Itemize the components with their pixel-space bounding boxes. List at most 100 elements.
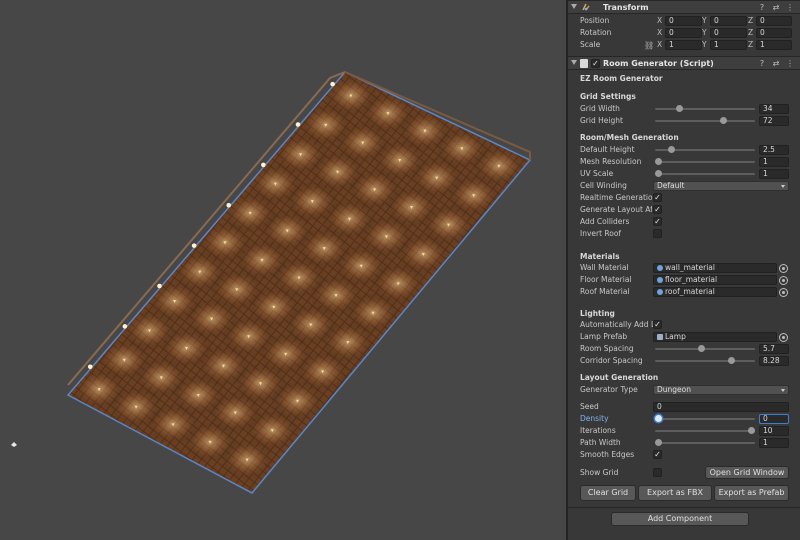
- grid-height-field[interactable]: 72: [759, 116, 789, 126]
- axis-y-label[interactable]: Y: [702, 40, 707, 49]
- grid-width-field[interactable]: 34: [759, 104, 789, 114]
- scale-x-field[interactable]: 1: [665, 40, 702, 50]
- grid-width-slider[interactable]: [655, 103, 755, 115]
- corridor-spacing-label: Corridor Spacing: [580, 356, 643, 365]
- grid-height-slider[interactable]: [655, 115, 755, 127]
- invert-roof-checkbox[interactable]: [653, 229, 662, 238]
- axis-z-label[interactable]: Z: [748, 40, 753, 49]
- axis-z-label[interactable]: Z: [748, 28, 753, 37]
- realtime-generation-checkbox[interactable]: ✓: [653, 193, 662, 202]
- slider-knob[interactable]: [720, 117, 728, 124]
- open-grid-window-button[interactable]: Open Grid Window: [705, 466, 789, 479]
- show-grid-label: Show Grid: [580, 468, 619, 477]
- position-z-field[interactable]: 0: [756, 16, 792, 26]
- axis-y-label[interactable]: Y: [702, 28, 707, 37]
- slider-knob[interactable]: [655, 415, 662, 422]
- scale-z-field[interactable]: 1: [756, 40, 792, 50]
- seed-field[interactable]: 0: [653, 402, 789, 412]
- slider-knob[interactable]: [748, 427, 755, 434]
- position-y-field[interactable]: 0: [710, 16, 747, 26]
- uv-scale-slider[interactable]: [655, 168, 755, 180]
- slider-knob[interactable]: [676, 105, 684, 112]
- menu-icon[interactable]: ⋮: [786, 59, 794, 68]
- slider-track[interactable]: [655, 442, 755, 444]
- add-component-button[interactable]: Add Component: [611, 512, 749, 526]
- object-picker-icon[interactable]: [779, 276, 788, 285]
- slider-track[interactable]: [655, 108, 755, 110]
- position-x-field[interactable]: 0: [665, 16, 702, 26]
- corridor-spacing-slider[interactable]: [655, 355, 755, 367]
- transform-header[interactable]: Transform ? ⇄ ⋮: [568, 0, 800, 14]
- fold-arrow-icon[interactable]: [571, 60, 577, 65]
- slider-knob[interactable]: [668, 146, 676, 153]
- smooth-edges-checkbox[interactable]: ✓: [653, 450, 662, 459]
- add-colliders-checkbox[interactable]: ✓: [653, 217, 662, 226]
- slider-track[interactable]: [655, 360, 755, 362]
- component-enabled-checkbox[interactable]: ✓: [591, 59, 600, 68]
- cell-winding-dropdown[interactable]: Default: [653, 181, 789, 191]
- density-field[interactable]: 0: [759, 414, 789, 424]
- axis-z-label[interactable]: Z: [748, 16, 753, 25]
- density-slider[interactable]: [655, 413, 755, 425]
- room-generator-header[interactable]: ✓ Room Generator (Script) ? ⇄ ⋮: [568, 56, 800, 70]
- object-picker-icon[interactable]: [779, 333, 788, 342]
- link-icon[interactable]: ⛓: [644, 41, 654, 50]
- iterations-field[interactable]: 10: [759, 426, 789, 436]
- slider-knob[interactable]: [697, 345, 705, 352]
- path-width-field[interactable]: 1: [759, 438, 789, 448]
- room-spacing-slider[interactable]: [655, 343, 755, 355]
- slider-knob[interactable]: [655, 439, 662, 446]
- slider-knob[interactable]: [727, 357, 735, 364]
- object-picker-icon[interactable]: [779, 288, 788, 297]
- default-height-slider[interactable]: [655, 144, 755, 156]
- slider-track[interactable]: [655, 173, 755, 175]
- path-width-slider[interactable]: [655, 437, 755, 449]
- scale-y-field[interactable]: 1: [710, 40, 747, 50]
- axis-y-label[interactable]: Y: [702, 16, 707, 25]
- scene-view[interactable]: [0, 0, 566, 540]
- menu-icon[interactable]: ⋮: [786, 3, 794, 12]
- axis-x-label[interactable]: X: [657, 28, 662, 37]
- slider-track[interactable]: [655, 161, 755, 163]
- clear-grid-button[interactable]: Clear Grid: [580, 485, 636, 501]
- iterations-slider[interactable]: [655, 425, 755, 437]
- slider-track[interactable]: [655, 418, 755, 420]
- slider-knob[interactable]: [655, 158, 662, 165]
- floor-material-value: floor_material: [665, 275, 718, 284]
- uv-scale-field[interactable]: 1: [759, 169, 789, 179]
- fold-arrow-icon[interactable]: [571, 4, 577, 9]
- wall-lamp: [191, 243, 197, 248]
- export-prefab-button[interactable]: Export as Prefab: [714, 485, 789, 501]
- corridor-spacing-field[interactable]: 8.28: [759, 356, 789, 366]
- room-floor[interactable]: [66, 71, 532, 494]
- rotation-z-field[interactable]: 0: [756, 28, 792, 38]
- rotation-x-field[interactable]: 0: [665, 28, 702, 38]
- mesh-resolution-slider[interactable]: [655, 156, 755, 168]
- generate-layout-checkbox[interactable]: ✓: [653, 205, 662, 214]
- preset-icon[interactable]: ⇄: [772, 3, 780, 12]
- auto-add-lights-checkbox[interactable]: ✓: [653, 320, 662, 329]
- axis-x-label[interactable]: X: [657, 16, 662, 25]
- slider-track[interactable]: [655, 430, 755, 432]
- help-icon[interactable]: ?: [758, 3, 766, 12]
- lamp-prefab-field[interactable]: Lamp: [653, 332, 777, 342]
- default-height-field[interactable]: 2.5: [759, 145, 789, 155]
- show-grid-checkbox[interactable]: [653, 468, 662, 477]
- mesh-resolution-field[interactable]: 1: [759, 157, 789, 167]
- export-fbx-button[interactable]: Export as FBX: [638, 485, 712, 501]
- generator-type-dropdown[interactable]: Dungeon: [653, 385, 789, 395]
- slider-knob[interactable]: [655, 170, 662, 177]
- roof-material-field[interactable]: roof_material: [653, 287, 777, 297]
- room-spacing-field[interactable]: 5.7: [759, 344, 789, 354]
- room-spacing-label: Room Spacing: [580, 344, 634, 353]
- preset-icon[interactable]: ⇄: [772, 59, 780, 68]
- object-picker-icon[interactable]: [779, 264, 788, 273]
- axis-x-label[interactable]: X: [657, 40, 662, 49]
- slider-track[interactable]: [655, 348, 755, 350]
- rotation-y-field[interactable]: 0: [710, 28, 747, 38]
- scene-canvas[interactable]: [0, 0, 566, 540]
- wall-material-field[interactable]: wall_material: [653, 263, 777, 273]
- help-icon[interactable]: ?: [758, 59, 766, 68]
- slider-track[interactable]: [655, 120, 755, 122]
- floor-material-field[interactable]: floor_material: [653, 275, 777, 285]
